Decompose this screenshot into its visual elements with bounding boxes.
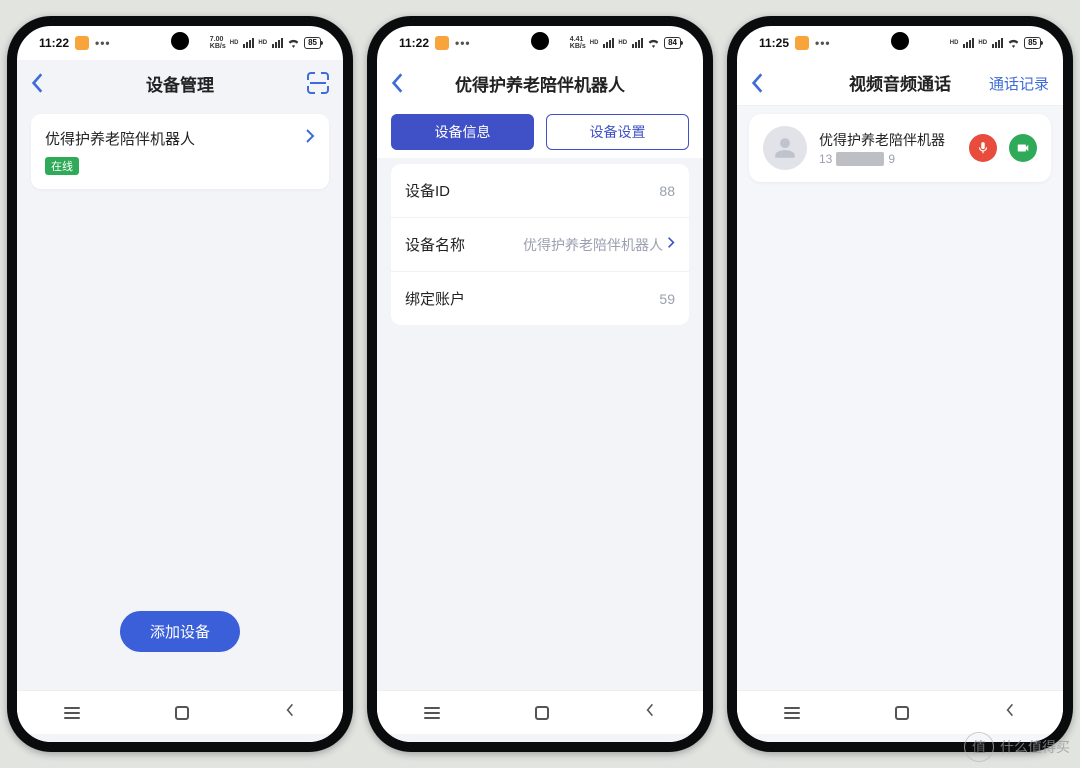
more-notifications-icon: ••• (95, 36, 111, 50)
signal-icon-2 (992, 38, 1003, 48)
watermark-text: 什么值得买 (1000, 737, 1070, 757)
microphone-icon (976, 141, 990, 155)
app-body: 设备管理 优得护养老陪伴机器人 在线 添加设备 (17, 60, 343, 742)
network-speed: 4.41KB/s (570, 36, 586, 50)
page-title: 优得护养老陪伴机器人 (455, 71, 625, 96)
device-id-label: 设备ID (405, 180, 450, 201)
device-name-value: 优得护养老陪伴机器人 (523, 235, 675, 255)
home-button[interactable] (895, 706, 909, 720)
more-notifications-icon: ••• (815, 36, 831, 50)
back-button[interactable] (751, 60, 765, 106)
call-log-link[interactable]: 通话记录 (989, 60, 1049, 106)
more-notifications-icon: ••• (455, 36, 471, 50)
battery-indicator: 85 (304, 37, 321, 49)
recent-apps-button[interactable] (64, 707, 80, 719)
camera-notch (891, 32, 909, 50)
tab-device-settings[interactable]: 设备设置 (546, 114, 689, 150)
video-call-button[interactable] (1009, 134, 1037, 162)
phone-video-call: 11:25 ••• HD HD 85 视频音频通话 通话记录 优得护养老陪 (727, 16, 1073, 752)
device-id-value: 88 (659, 183, 675, 199)
redacted-text: xxxx (836, 152, 884, 166)
page-title: 视频音频通话 (849, 70, 951, 95)
hd-icon: HD (230, 40, 239, 46)
scan-icon (307, 72, 329, 94)
chevron-left-icon (751, 72, 765, 94)
chevron-left-icon (391, 72, 405, 94)
row-device-name[interactable]: 设备名称 优得护养老陪伴机器人 (391, 218, 689, 272)
hd-icon-2: HD (258, 40, 267, 46)
page-header: 设备管理 (17, 60, 343, 106)
status-time: 11:22 (399, 36, 429, 50)
camera-notch (171, 32, 189, 50)
notification-icon (435, 36, 449, 50)
chevron-right-icon (667, 236, 675, 253)
app-body: 优得护养老陪伴机器人 设备信息 设备设置 设备ID 88 设备名称 优得护养老陪… (377, 60, 703, 742)
signal-icon (963, 38, 974, 48)
contact-number: 13 xxxx 9 (819, 152, 957, 166)
watermark: 值 什么值得买 (964, 732, 1070, 762)
row-bound-account: 绑定账户 59 (391, 272, 689, 325)
hd-icon-2: HD (978, 40, 987, 46)
system-back-button[interactable] (644, 702, 656, 723)
contact-info: 优得护养老陪伴机器 13 xxxx 9 (819, 130, 957, 166)
hd-icon: HD (590, 40, 599, 46)
device-name: 优得护养老陪伴机器人 (45, 128, 195, 149)
bound-account-value: 59 (659, 291, 675, 307)
wifi-icon (647, 37, 660, 50)
signal-icon (243, 38, 254, 48)
scan-button[interactable] (307, 60, 329, 106)
recent-apps-button[interactable] (784, 707, 800, 719)
hd-icon-2: HD (618, 40, 627, 46)
device-info-card: 设备ID 88 设备名称 优得护养老陪伴机器人 绑定账户 59 (391, 164, 689, 325)
online-badge: 在线 (45, 157, 79, 175)
camera-notch (531, 32, 549, 50)
contact-card[interactable]: 优得护养老陪伴机器 13 xxxx 9 (749, 114, 1051, 182)
system-nav-bar (17, 690, 343, 734)
system-nav-bar (737, 690, 1063, 734)
chevron-right-icon (305, 128, 315, 149)
page-title: 设备管理 (146, 71, 214, 96)
status-time: 11:22 (39, 36, 69, 50)
system-back-button[interactable] (284, 702, 296, 723)
battery-indicator: 85 (1024, 37, 1041, 49)
system-nav-bar (377, 690, 703, 734)
phone-device-list: 11:22 ••• 7.00KB/s HD HD 85 设备管理 (7, 16, 353, 752)
battery-indicator: 84 (664, 37, 681, 49)
row-device-id: 设备ID 88 (391, 164, 689, 218)
signal-icon-2 (632, 38, 643, 48)
watermark-icon: 值 (964, 732, 994, 762)
network-speed: 7.00KB/s (210, 36, 226, 50)
recent-apps-button[interactable] (424, 707, 440, 719)
phone-device-detail: 11:22 ••• 4.41KB/s HD HD 84 优得护养老陪伴机器人 设… (367, 16, 713, 752)
tab-device-info[interactable]: 设备信息 (391, 114, 534, 150)
video-icon (1016, 141, 1030, 155)
audio-call-button[interactable] (969, 134, 997, 162)
hd-icon: HD (950, 40, 959, 46)
system-back-button[interactable] (1004, 702, 1016, 723)
bound-account-label: 绑定账户 (405, 288, 465, 309)
notification-icon (75, 36, 89, 50)
page-header: 视频音频通话 通话记录 (737, 60, 1063, 106)
contact-name: 优得护养老陪伴机器 (819, 130, 957, 150)
page-header: 优得护养老陪伴机器人 (377, 60, 703, 106)
tabs: 设备信息 设备设置 (377, 106, 703, 158)
wifi-icon (287, 37, 300, 50)
device-name-label: 设备名称 (405, 234, 465, 255)
home-button[interactable] (535, 706, 549, 720)
signal-icon-2 (272, 38, 283, 48)
wifi-icon (1007, 37, 1020, 50)
back-button[interactable] (391, 60, 405, 106)
chevron-left-icon (31, 72, 45, 94)
app-body: 视频音频通话 通话记录 优得护养老陪伴机器 13 xxxx 9 (737, 60, 1063, 742)
notification-icon (795, 36, 809, 50)
add-device-button[interactable]: 添加设备 (120, 611, 240, 652)
avatar-icon (763, 126, 807, 170)
status-time: 11:25 (759, 36, 789, 50)
back-button[interactable] (31, 60, 45, 106)
signal-icon (603, 38, 614, 48)
home-button[interactable] (175, 706, 189, 720)
device-card[interactable]: 优得护养老陪伴机器人 在线 (31, 114, 329, 189)
